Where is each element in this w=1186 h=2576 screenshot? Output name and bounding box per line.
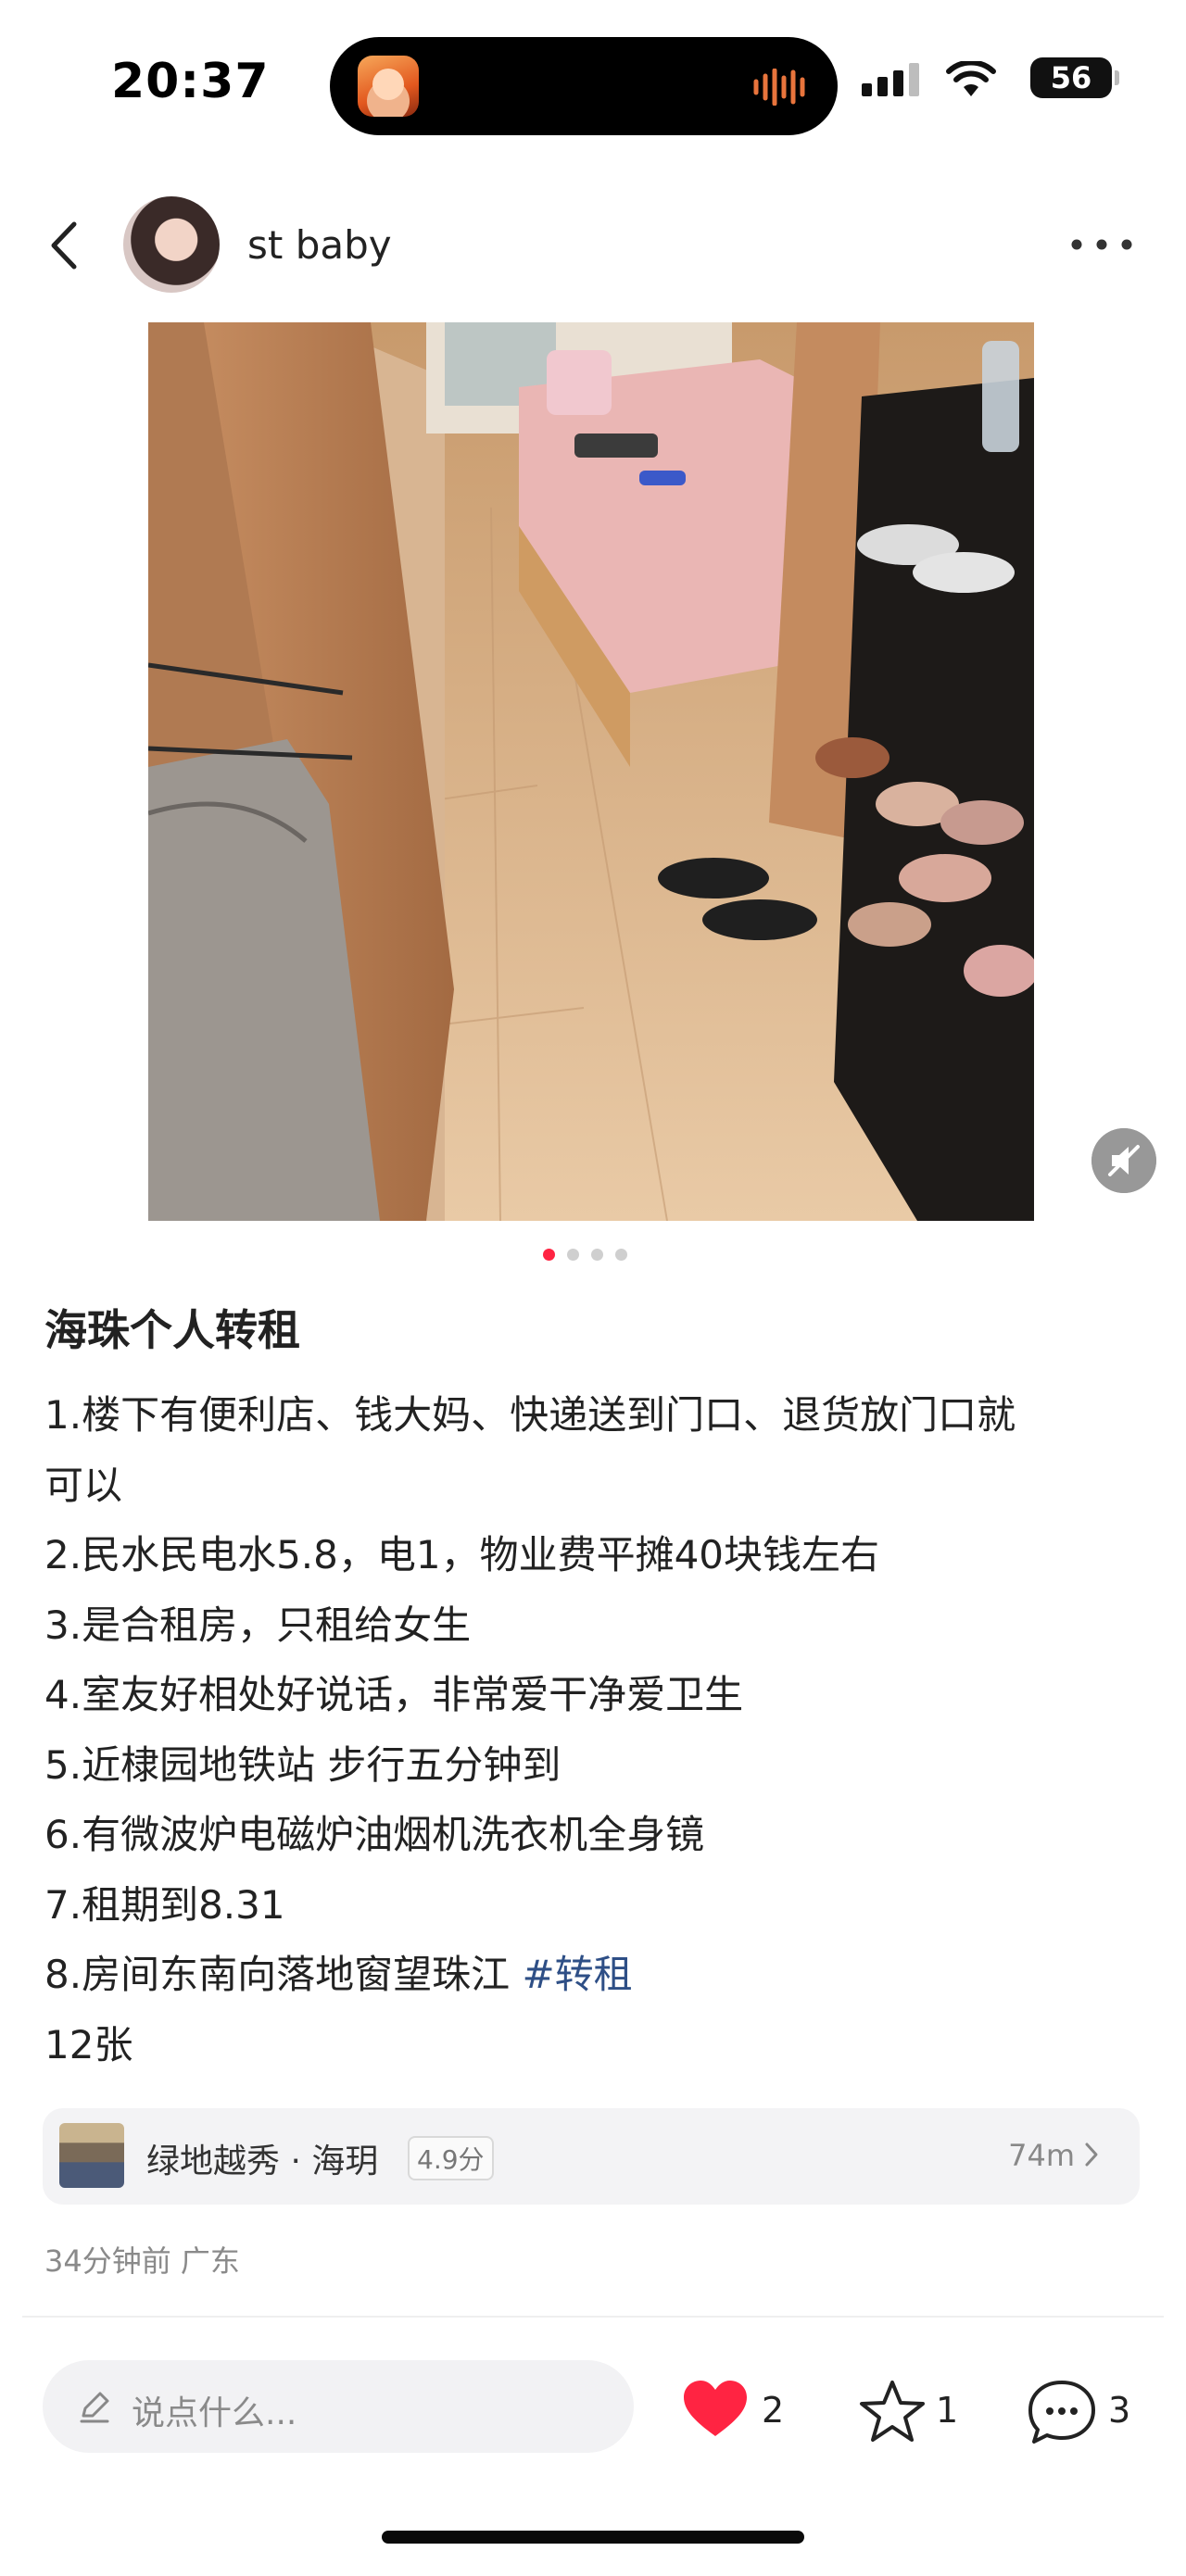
like-button[interactable]: 2 <box>682 2362 793 2455</box>
body-line: 3.是合租房，只租给女生 <box>44 1602 472 1648</box>
body-line-with-hashtag: 8.房间东南向落地窗望珠江 #转租 <box>44 1940 1147 2010</box>
carousel-dot[interactable] <box>567 1249 579 1261</box>
hashtag-link[interactable]: #转租 <box>522 1952 632 1997</box>
cellular-signal-icon <box>862 63 919 96</box>
status-time: 20:37 <box>111 54 270 109</box>
carousel-dot[interactable] <box>543 1249 555 1261</box>
post-body: 1.楼下有便利店、钱大妈、快递送到门口、退货放门口就 可以 2.民水民电水5.8… <box>44 1380 1147 2080</box>
avatar[interactable] <box>123 196 220 293</box>
back-arrow-icon[interactable] <box>41 213 96 278</box>
body-line: 可以 <box>44 1462 123 1508</box>
post-title: 海珠个人转租 <box>44 1305 300 1355</box>
comment-input[interactable]: 说点什么... <box>43 2360 634 2453</box>
favorite-button[interactable]: 1 <box>858 2362 969 2455</box>
status-icons: 56 <box>862 57 1119 104</box>
location-thumbnail <box>59 2123 124 2188</box>
mute-icon[interactable] <box>1091 1128 1156 1193</box>
star-icon <box>860 2381 925 2442</box>
location-rating-badge: 4.9分 <box>408 2136 494 2180</box>
comment-count: 3 <box>1108 2390 1131 2431</box>
like-count: 2 <box>762 2390 785 2431</box>
home-indicator[interactable] <box>382 2531 804 2544</box>
comment-placeholder: 说点什么... <box>132 2394 297 2432</box>
pencil-icon <box>80 2392 109 2423</box>
body-line: 5.近棣园地铁站 步行五分钟到 <box>44 1741 561 1788</box>
app-avatar-icon <box>358 56 419 117</box>
body-line: 4.室友好相处好说话，非常爱干净爱卫生 <box>44 1672 744 1717</box>
body-line: 6.有微波炉电磁炉油烟机洗衣机全身镜 <box>44 1812 705 1857</box>
post-header: st baby <box>0 185 1186 306</box>
post-meta: 34分钟前 广东 <box>44 2243 240 2279</box>
favorite-count: 1 <box>936 2390 959 2431</box>
photo-count: 12张 <box>44 2021 133 2067</box>
divider <box>22 2316 1164 2318</box>
chevron-right-icon <box>1085 2142 1098 2167</box>
body-line: 1.楼下有便利店、钱大妈、快递送到门口、退货放门口就 <box>44 1392 1016 1438</box>
room-photo-image <box>148 322 1034 1221</box>
carousel-dot[interactable] <box>591 1249 603 1261</box>
comment-bubble-icon <box>1028 2381 1095 2444</box>
location-distance: 74m <box>1008 2138 1075 2173</box>
location-card[interactable]: 绿地越秀 · 海玥 4.9分 74m <box>43 2108 1140 2205</box>
username[interactable]: st baby <box>247 222 392 268</box>
body-line-text: 8.房间东南向落地窗望珠江 <box>44 1952 523 1997</box>
location-name: 绿地越秀 · 海玥 <box>146 2142 379 2180</box>
body-line: 2.民水民电水5.8，电1，物业费平摊40块钱左右 <box>44 1532 880 1577</box>
audio-wave-icon <box>753 69 805 106</box>
dynamic-island[interactable] <box>330 37 838 135</box>
heart-icon <box>684 2381 747 2436</box>
post-photo[interactable] <box>148 322 1034 1221</box>
body-line: 7.租期到8.31 <box>44 1881 285 1928</box>
comment-button[interactable]: 3 <box>1027 2362 1147 2455</box>
more-options-icon[interactable] <box>1069 235 1134 254</box>
wifi-icon <box>946 61 996 96</box>
carousel-indicator <box>543 1249 627 1262</box>
status-bar: 20:37 56 <box>0 0 1186 157</box>
carousel-dot[interactable] <box>615 1249 627 1261</box>
battery-indicator: 56 <box>1030 57 1119 98</box>
